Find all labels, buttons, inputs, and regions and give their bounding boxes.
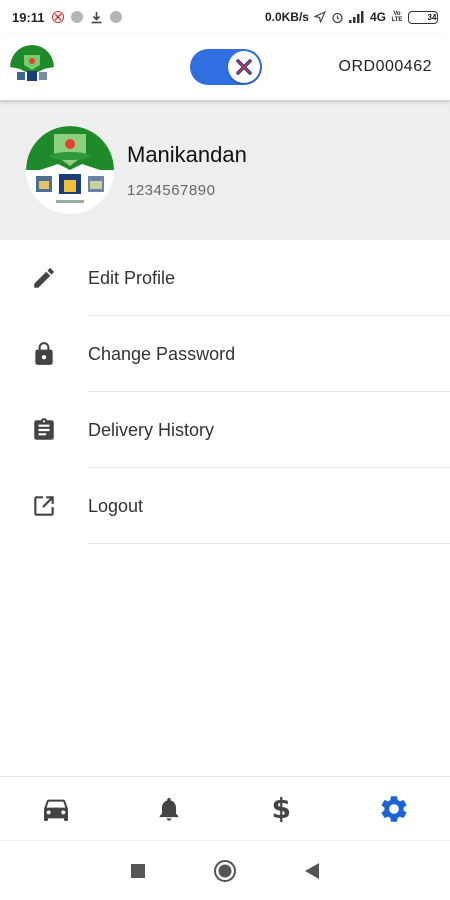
dollar-icon: $ [271,792,291,825]
profile-phone: 1234567890 [127,181,216,199]
avatar[interactable] [26,126,114,214]
bottom-nav: $ [0,776,450,840]
menu-label: Logout [88,495,144,516]
notification-dot-icon [70,11,83,23]
gear-icon [381,795,407,822]
download-icon [90,11,103,24]
menu-label: Edit Profile [88,267,176,288]
share-icon [0,493,88,519]
battery-level: 34 [427,12,437,22]
profile-header: Manikandan 1234567890 [0,100,450,240]
lock-icon [0,341,88,367]
location-icon [313,11,326,23]
status-time: 19:11 [12,9,45,25]
nav-item-orders[interactable] [0,777,113,840]
triangle-back-icon [304,862,319,879]
toggle-knob [228,51,260,83]
profile-name: Manikandan [127,141,247,167]
alarm-icon [331,11,344,24]
settings-menu: Edit Profile Change Password Delivery Hi… [0,240,450,544]
nav-item-notifications[interactable] [113,777,226,840]
system-nav-bar [0,840,450,900]
menu-label: Change Password [88,343,236,364]
menu-item-change-password[interactable]: Change Password [0,316,450,392]
app-logo [10,45,54,89]
nav-item-settings[interactable] [338,777,450,840]
menu-item-delivery-history[interactable]: Delivery History [0,392,450,468]
notification-dot-icon [109,11,122,23]
volte-label: Vo LTE [391,11,403,23]
battery-icon: 34 [408,10,438,24]
nav-item-earnings[interactable]: $ [225,777,338,840]
clipboard-icon [0,417,88,443]
airtel-icon [51,11,64,23]
network-speed: 0.0KB/s [264,10,309,24]
status-bar: 19:11 0.0KB/s 4G Vo LTE 34 [0,0,450,34]
home-button[interactable] [205,851,245,891]
circle-icon [213,859,236,882]
order-id: ORD000462 [338,58,432,75]
menu-label: Delivery History [88,419,215,440]
menu-item-edit-profile[interactable]: Edit Profile [0,240,450,316]
car-icon [44,799,69,821]
back-button[interactable] [292,851,332,891]
pencil-icon [0,265,88,291]
square-icon [131,863,146,878]
close-icon [236,59,252,75]
availability-toggle[interactable] [190,49,262,85]
signal-icon [348,11,365,23]
recents-button[interactable] [118,851,158,891]
app-bar: ORD000462 [0,34,450,100]
menu-item-logout[interactable]: Logout [0,468,450,544]
network-type: 4G [369,10,386,24]
bell-icon [159,797,179,821]
